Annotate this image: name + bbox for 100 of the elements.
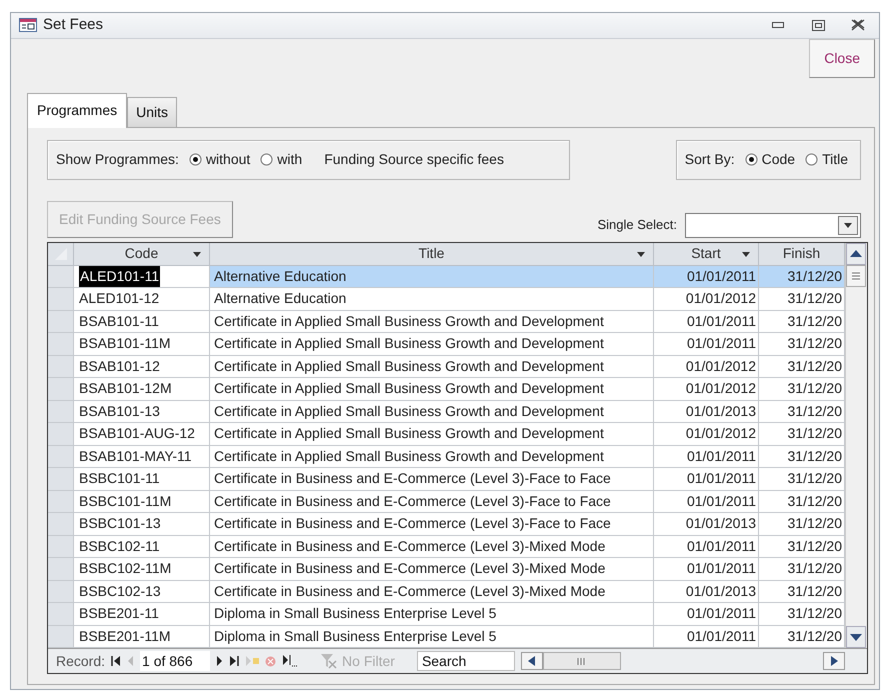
- row-selector[interactable]: [48, 378, 74, 400]
- row-selector[interactable]: [48, 400, 74, 423]
- table-cell: BSAB101-AUG-12: [74, 423, 210, 446]
- table-cell: 31/12/20: [759, 266, 845, 288]
- field-label: Single Select:: [598, 216, 677, 234]
- table-cell: ALED101-11: [79, 266, 160, 287]
- radio-label: Code: [762, 150, 796, 168]
- delete-icon[interactable]: [265, 656, 276, 666]
- group-label: Show Programmes:: [56, 150, 179, 169]
- scroll-thumb-icon[interactable]: [846, 264, 866, 286]
- record-position-field[interactable]: 1 of 866: [140, 651, 210, 671]
- scroll-up-icon[interactable]: [846, 242, 866, 264]
- record-label: Record:: [56, 652, 106, 670]
- tab[interactable]: Units: [127, 96, 178, 126]
- row-selector[interactable]: [48, 603, 74, 626]
- table-cell: 31/12/20: [759, 400, 845, 423]
- form-icon: [19, 18, 37, 32]
- table-cell: 31/12/20: [759, 603, 845, 626]
- row-selector[interactable]: [48, 513, 74, 536]
- single-select-dropdown[interactable]: [685, 212, 861, 238]
- table-cell: Diploma in Small Business Enterprise Level 5: [210, 603, 654, 626]
- table-cell: 01/01/2011: [654, 266, 759, 288]
- table-cell: Alternative Education: [210, 266, 654, 288]
- first-record-icon[interactable]: [111, 656, 122, 666]
- table-cell: Certificate in Applied Small Business Growth and Development: [210, 356, 654, 378]
- row-selector[interactable]: [48, 468, 74, 490]
- table-cell: 31/12/20: [759, 446, 845, 468]
- table-cell: 31/12/20: [759, 378, 845, 400]
- table-cell: Certificate in Applied Small Business Growth and Development: [210, 400, 654, 423]
- group-label: Funding Source specific fees: [324, 150, 504, 169]
- table-cell: Certificate in Business and E-Commerce (Level 3)-Mixed Mode: [210, 536, 654, 558]
- table-cell: 31/12/20: [759, 558, 845, 580]
- table-cell: BSBC101-11M: [74, 490, 210, 513]
- window-title: Set Fees: [43, 15, 104, 36]
- column-header[interactable]: Finish: [759, 242, 845, 266]
- row-selector[interactable]: [48, 423, 74, 446]
- restore-icon: [812, 20, 824, 31]
- vertical-scrollbar[interactable]: [845, 242, 867, 648]
- table-cell: Certificate in Business and E-Commerce (Level 3)-Face to Face: [210, 490, 654, 513]
- table-cell: Certificate in Applied Small Business Growth and Development: [210, 423, 654, 446]
- table-cell: 01/01/2011: [654, 536, 759, 558]
- table-cell: 31/12/20: [759, 356, 845, 378]
- horizontal-scrollbar[interactable]: [520, 651, 845, 671]
- table-cell: 01/01/2013: [654, 580, 759, 603]
- column-header[interactable]: Start: [654, 242, 759, 266]
- search-field[interactable]: Search: [416, 651, 515, 671]
- table-cell: 31/12/20: [759, 310, 845, 333]
- table-cell: BSBC102-11: [74, 536, 210, 558]
- new-blank-record-icon[interactable]: [282, 655, 298, 667]
- close-button[interactable]: Close: [809, 38, 875, 78]
- table-cell: 31/12/20: [759, 333, 845, 356]
- table-cell: 01/01/2011: [654, 446, 759, 468]
- table-cell: 01/01/2011: [654, 468, 759, 490]
- row-selector[interactable]: [48, 536, 74, 558]
- tab[interactable]: Programmes: [27, 92, 128, 128]
- previous-record-icon[interactable]: [127, 656, 134, 666]
- group-label: Sort By:: [684, 150, 735, 169]
- table-cell: BSAB101-12M: [74, 378, 210, 400]
- table-cell: BSAB101-12: [74, 356, 210, 378]
- table-cell: BSBC102-13: [74, 580, 210, 603]
- table-cell: 31/12/20: [759, 423, 845, 446]
- row-selector[interactable]: [48, 580, 74, 603]
- radio-button[interactable]: [805, 152, 818, 166]
- new-record-icon[interactable]: [245, 656, 260, 666]
- table-cell: 31/12/20: [759, 468, 845, 490]
- next-record-icon[interactable]: [216, 656, 224, 666]
- table-cell: 31/12/20: [759, 513, 845, 536]
- table-cell: BSBC102-11M: [74, 558, 210, 580]
- filter-icon: [320, 653, 338, 669]
- table-cell: 01/01/2011: [654, 490, 759, 513]
- scroll-down-icon[interactable]: [846, 626, 866, 648]
- row-selector[interactable]: [48, 558, 74, 580]
- radio-button[interactable]: [188, 152, 202, 166]
- table-cell: 31/12/20: [759, 288, 845, 310]
- radio-label: Title: [822, 150, 848, 168]
- radio-label: with: [277, 150, 302, 168]
- table-cell: Certificate in Business and E-Commerce (Level 3)-Mixed Mode: [210, 558, 654, 580]
- column-header[interactable]: Title: [210, 242, 654, 266]
- row-selector[interactable]: [48, 356, 74, 378]
- table-cell: 01/01/2011: [654, 603, 759, 626]
- table-cell: BSAB101-MAY-11: [74, 446, 210, 468]
- table-cell: 01/01/2012: [654, 423, 759, 446]
- row-selector[interactable]: [48, 333, 74, 356]
- scroll-thumb-icon[interactable]: [542, 652, 621, 670]
- row-selector[interactable]: [48, 288, 74, 310]
- last-record-icon[interactable]: [229, 656, 240, 666]
- table-cell: ALED101-12: [74, 288, 210, 310]
- row-selector[interactable]: [48, 490, 74, 513]
- column-header[interactable]: Code: [74, 242, 210, 266]
- row-selector[interactable]: [48, 446, 74, 468]
- table-cell: 01/01/2013: [654, 400, 759, 423]
- table-cell: 01/01/2012: [654, 356, 759, 378]
- radio-button[interactable]: [260, 152, 274, 166]
- row-selector[interactable]: [48, 310, 74, 333]
- select-all-corner[interactable]: [48, 242, 74, 266]
- row-selector[interactable]: [48, 626, 74, 648]
- radio-button[interactable]: [744, 152, 758, 166]
- scroll-left-icon[interactable]: [520, 652, 543, 670]
- table-cell: Certificate in Applied Small Business Growth and Development: [210, 333, 654, 356]
- scroll-right-icon[interactable]: [823, 652, 845, 670]
